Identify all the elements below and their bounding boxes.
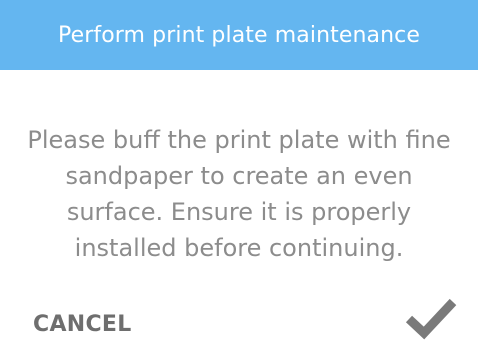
confirm-button[interactable] bbox=[404, 296, 458, 340]
maintenance-dialog: Perform print plate maintenance Please b… bbox=[0, 0, 478, 362]
dialog-title: Perform print plate maintenance bbox=[58, 22, 420, 48]
checkmark-icon bbox=[405, 298, 457, 340]
dialog-message: Please buff the print plate with fine sa… bbox=[27, 126, 451, 262]
cancel-button[interactable]: CANCEL bbox=[33, 312, 132, 337]
title-bar: Perform print plate maintenance bbox=[0, 0, 478, 70]
